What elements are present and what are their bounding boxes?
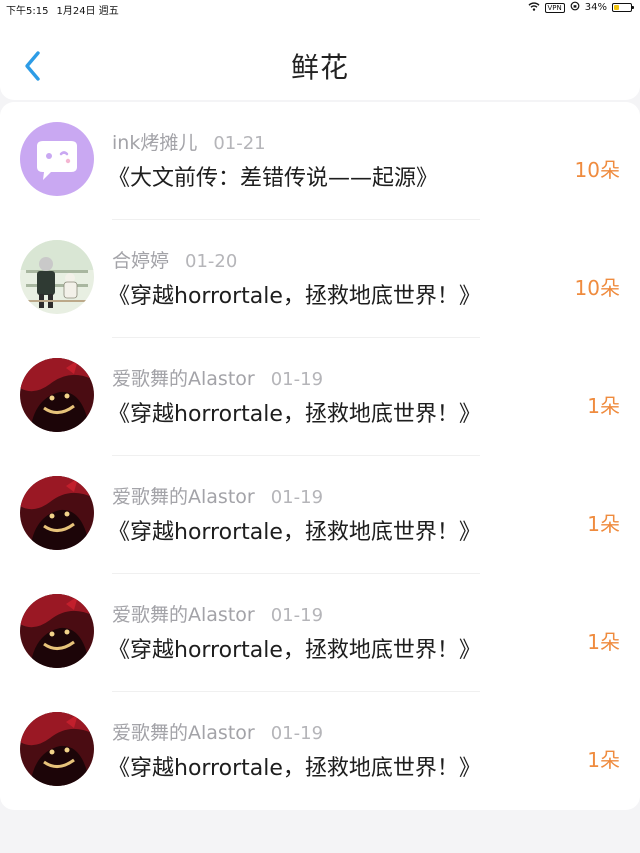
item-date: 01-19	[270, 487, 324, 508]
list-item[interactable]: 爱歌舞的Alastor 01-19 《穿越horrortale，拯救地底世界！》 …	[0, 338, 640, 456]
list-item[interactable]: 爱歌舞的Alastor 01-19 《穿越horrortale，拯救地底世界！》 …	[0, 574, 640, 692]
item-flower-count: 10朵	[574, 276, 620, 300]
avatar	[20, 476, 94, 550]
item-meta: 爱歌舞的Alastor 01-19	[112, 482, 323, 509]
item-book-title[interactable]: 《穿越horrortale，拯救地底世界！》	[108, 750, 481, 782]
item-username[interactable]: 爱歌舞的Alastor	[112, 368, 255, 390]
item-book-title[interactable]: 《大文前传：差错传说——起源》	[108, 160, 438, 192]
item-meta: ink烤摊儿 01-21	[112, 128, 266, 155]
item-book-title[interactable]: 《穿越horrortale，拯救地底世界！》	[108, 514, 481, 546]
page-title: 鲜花	[290, 51, 349, 84]
avatar	[20, 122, 94, 196]
vpn-badge: VPN	[544, 2, 565, 13]
avatar	[20, 240, 94, 314]
item-username[interactable]: 爱歌舞的Alastor	[112, 722, 255, 744]
item-meta: 爱歌舞的Alastor 01-19	[112, 600, 323, 627]
item-date: 01-19	[270, 605, 324, 626]
item-date: 01-19	[270, 723, 324, 744]
wifi-icon	[528, 1, 540, 14]
item-date: 01-20	[185, 251, 238, 272]
chat-bubble-avatar-icon	[20, 122, 94, 196]
item-book-title[interactable]: 《穿越horrortale，拯救地底世界！》	[108, 632, 481, 664]
item-flower-count: 10朵	[574, 158, 620, 182]
list-item[interactable]: ink烤摊儿 01-21 《大文前传：差错传说——起源》 10朵	[0, 102, 640, 220]
list-item[interactable]: 合婷婷 01-20 《穿越horrortale，拯救地底世界！》 10朵	[0, 220, 640, 338]
battery-percent: 34%	[584, 2, 607, 13]
flower-list: ink烤摊儿 01-21 《大文前传：差错传说——起源》 10朵 合婷婷 01-20	[0, 102, 640, 810]
item-username[interactable]: ink烤摊儿	[112, 132, 197, 154]
battery-fill	[614, 5, 619, 10]
item-book-title[interactable]: 《穿越horrortale，拯救地底世界！》	[108, 396, 481, 428]
item-username[interactable]: 爱歌舞的Alastor	[112, 604, 255, 626]
character-avatar-icon	[20, 594, 94, 668]
illustration-avatar-icon	[20, 240, 94, 314]
item-meta: 爱歌舞的Alastor 01-19	[112, 364, 323, 391]
avatar	[20, 712, 94, 786]
status-right: VPN 34%	[528, 1, 634, 14]
item-date: 01-19	[270, 369, 324, 390]
list-item[interactable]: 爱歌舞的Alastor 01-19 《穿越horrortale，拯救地底世界！》 …	[0, 692, 640, 810]
item-meta: 爱歌舞的Alastor 01-19	[112, 718, 323, 745]
avatar	[20, 594, 94, 668]
battery-icon	[612, 3, 634, 12]
nav-bar: 鲜花	[0, 16, 640, 100]
item-username[interactable]: 爱歌舞的Alastor	[112, 486, 255, 508]
avatar	[20, 358, 94, 432]
item-date: 01-21	[213, 133, 266, 154]
character-avatar-icon	[20, 358, 94, 432]
character-avatar-icon	[20, 712, 94, 786]
item-book-title[interactable]: 《穿越horrortale，拯救地底世界！》	[108, 278, 481, 310]
item-meta: 合婷婷 01-20	[112, 246, 237, 273]
character-avatar-icon	[20, 476, 94, 550]
item-flower-count: 1朵	[587, 630, 620, 654]
item-username[interactable]: 合婷婷	[112, 250, 169, 272]
list-item[interactable]: 爱歌舞的Alastor 01-19 《穿越horrortale，拯救地底世界！》 …	[0, 456, 640, 574]
item-flower-count: 1朵	[587, 394, 620, 418]
orientation-lock-icon	[570, 1, 580, 14]
item-flower-count: 1朵	[587, 512, 620, 536]
status-bar: 下午5:15 1月24日 週五 VPN 34%	[0, 0, 640, 17]
status-left: 下午5:15 1月24日 週五	[6, 2, 127, 17]
item-flower-count: 1朵	[587, 748, 620, 772]
